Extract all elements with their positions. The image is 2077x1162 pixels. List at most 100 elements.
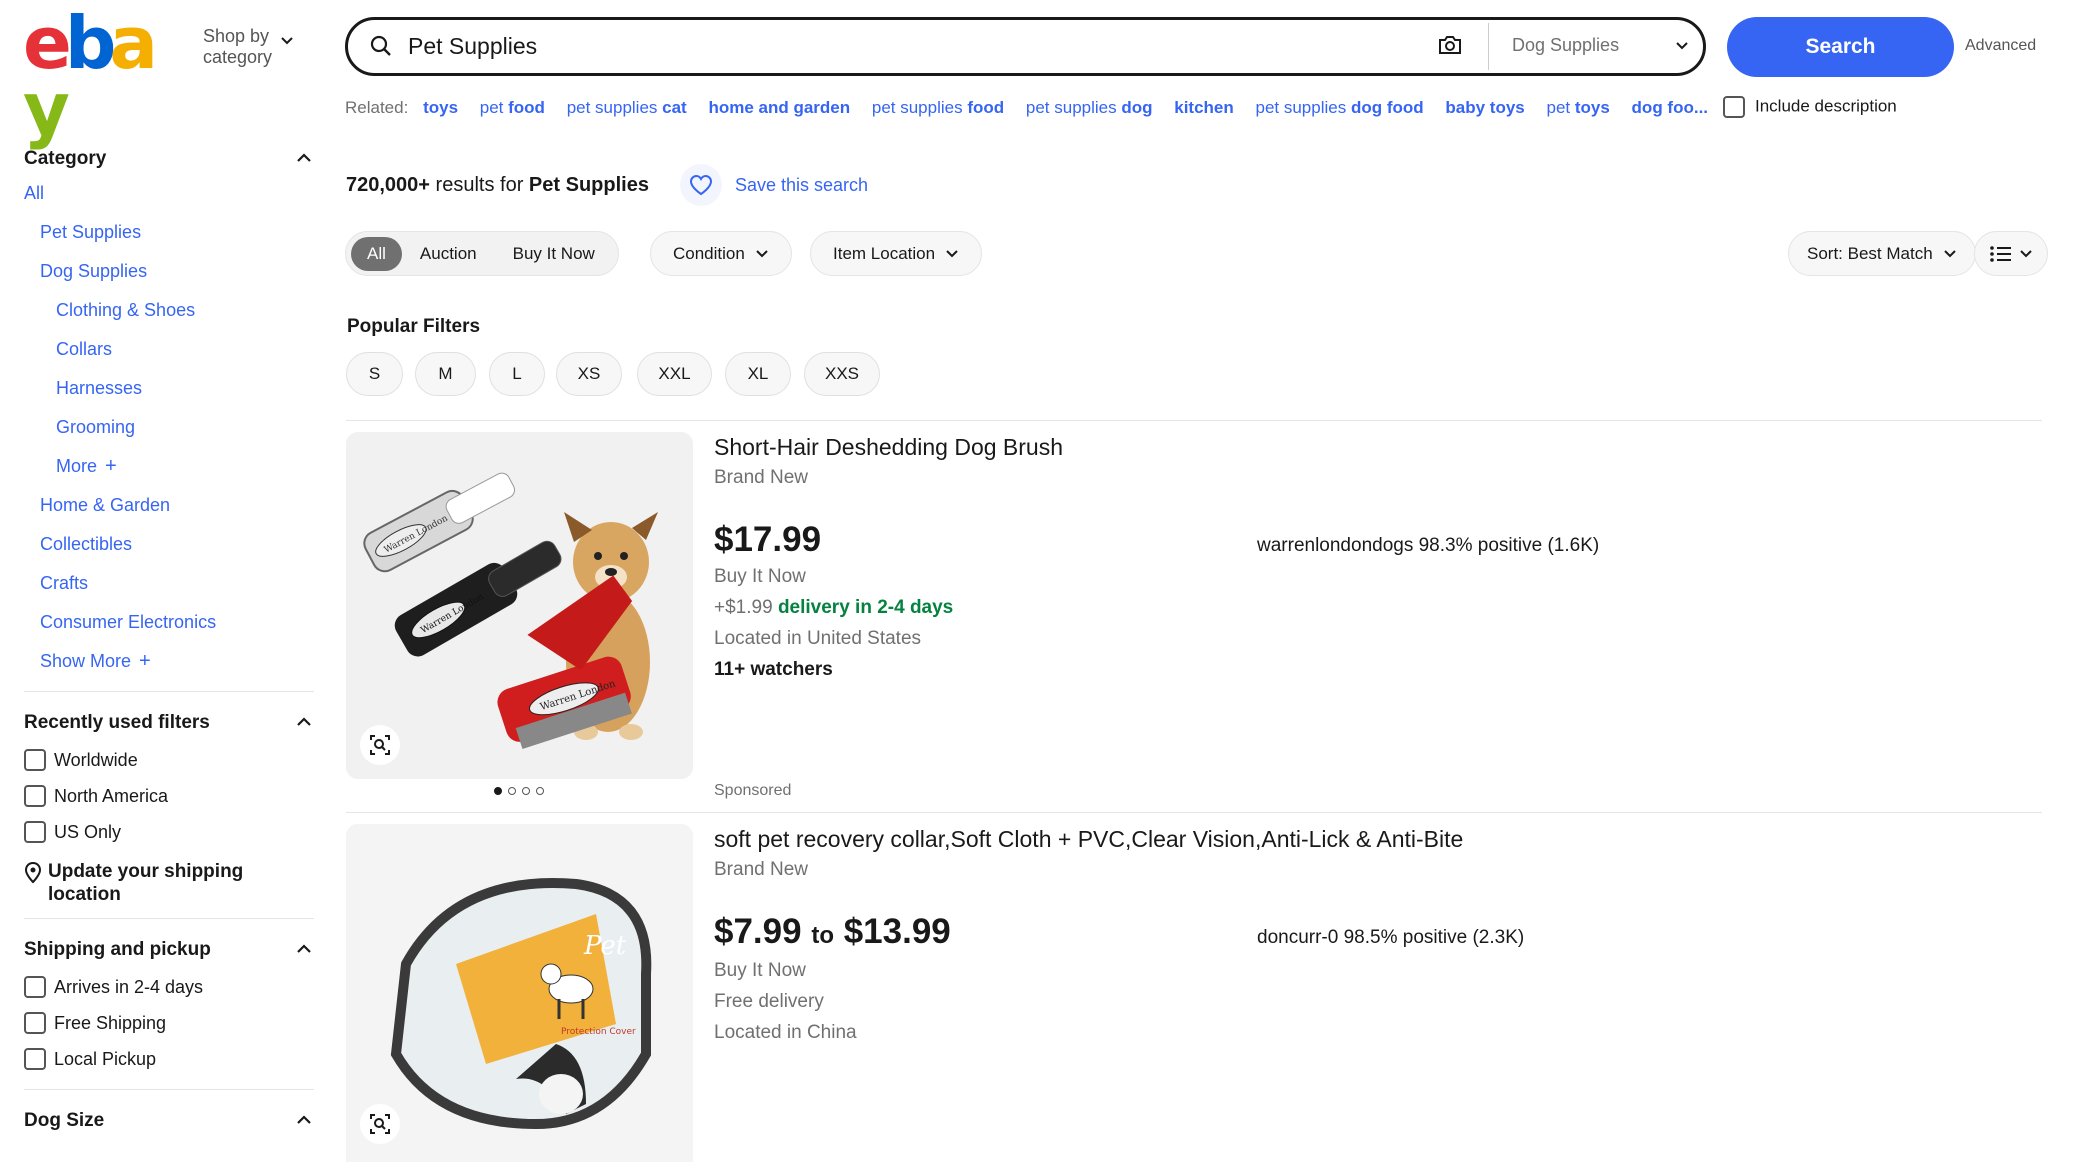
visual-search-icon[interactable]	[360, 1104, 400, 1144]
checkbox-icon[interactable]	[24, 749, 46, 771]
shop-by-category-button[interactable]: Shop by category	[203, 26, 272, 68]
size-filter-l[interactable]: L	[489, 352, 545, 396]
shipping-pickup-header[interactable]: Shipping and pickup	[24, 939, 314, 969]
view-toggle-button[interactable]	[1974, 231, 2048, 276]
divider	[346, 812, 2042, 813]
item-location-filter-button[interactable]: Item Location	[810, 231, 983, 276]
size-filter-xxl[interactable]: XXL	[637, 352, 712, 396]
filter-local-pickup[interactable]: Local Pickup	[24, 1041, 314, 1077]
related-link[interactable]: pet toys	[1546, 98, 1609, 117]
search-divider	[1488, 23, 1489, 70]
filter-us-only[interactable]: US Only	[24, 814, 314, 850]
sort-dropdown[interactable]: Sort: Best Match	[1788, 231, 1976, 276]
checkbox-icon[interactable]	[24, 1048, 46, 1070]
carousel-dot[interactable]	[536, 787, 544, 795]
category-link-crafts[interactable]: Crafts	[24, 564, 314, 603]
listing-image[interactable]: Warren London Warren London Warren Londo…	[346, 432, 693, 779]
size-filter-xl[interactable]: XL	[725, 352, 791, 396]
seller-info: doncurr-0 98.5% positive (2.3K)	[1257, 927, 1525, 948]
category-link-dog-supplies[interactable]: Dog Supplies	[24, 252, 314, 291]
filter-north-america[interactable]: North America	[24, 778, 314, 814]
category-link-all[interactable]: All	[24, 174, 314, 213]
listing-title[interactable]: Short-Hair Deshedding Dog Brush	[714, 434, 1063, 461]
related-link[interactable]: toys	[423, 98, 458, 117]
dog-size-header[interactable]: Dog Size	[24, 1110, 314, 1140]
category-link-collars[interactable]: Collars	[24, 330, 314, 369]
related-link[interactable]: pet food	[480, 98, 545, 117]
related-link[interactable]: pet supplies cat	[567, 98, 687, 117]
listing-format: Buy It Now	[714, 566, 806, 587]
search-button[interactable]: Search	[1727, 17, 1954, 77]
category-link-consumer-electronics[interactable]: Consumer Electronics	[24, 603, 314, 642]
size-filter-m[interactable]: M	[415, 352, 476, 396]
category-link-clothing-shoes[interactable]: Clothing & Shoes	[24, 291, 314, 330]
related-link[interactable]: dog foo...	[1632, 98, 1708, 117]
category-header[interactable]: Category	[24, 148, 314, 178]
listing-image[interactable]: Pet Protection Cover	[346, 824, 693, 1162]
recently-used-filters-header[interactable]: Recently used filters	[24, 712, 314, 742]
related-link[interactable]: pet supplies food	[872, 98, 1004, 117]
sponsored-label[interactable]: Sponsored	[714, 782, 791, 800]
update-shipping-label: Update your shipping location	[48, 861, 244, 905]
category-title: Category	[24, 148, 107, 169]
chevron-up-icon[interactable]	[296, 943, 312, 955]
category-select[interactable]: Dog Supplies	[1512, 35, 1619, 56]
related-link[interactable]: kitchen	[1174, 98, 1234, 117]
size-filter-xs[interactable]: XS	[556, 352, 622, 396]
checkbox-icon[interactable]	[24, 1012, 46, 1034]
listing-title[interactable]: soft pet recovery collar,Soft Cloth + PV…	[714, 826, 1463, 853]
search-input[interactable]	[408, 28, 1408, 65]
shop-by-line2: category	[203, 47, 273, 67]
chevron-up-icon[interactable]	[296, 716, 312, 728]
filter-free-shipping[interactable]: Free Shipping	[24, 1005, 314, 1041]
tab-buy-it-now[interactable]: Buy It Now	[495, 237, 613, 271]
related-link[interactable]: pet supplies dog food	[1256, 98, 1424, 117]
image-carousel-dots[interactable]	[494, 787, 544, 795]
plus-icon: +	[105, 455, 117, 477]
save-search-button[interactable]: Save this search	[680, 164, 868, 206]
chevron-up-icon[interactable]	[296, 1114, 312, 1126]
filter-worldwide[interactable]: Worldwide	[24, 742, 314, 778]
divider	[24, 691, 314, 692]
advanced-search-link[interactable]: Advanced	[1965, 37, 2036, 55]
listing-location: Located in China	[714, 1022, 857, 1043]
checkbox-icon[interactable]	[24, 785, 46, 807]
checkbox-icon[interactable]	[24, 821, 46, 843]
related-link[interactable]: pet supplies dog	[1026, 98, 1153, 117]
tab-auction[interactable]: Auction	[402, 237, 495, 271]
carousel-dot[interactable]	[494, 787, 502, 795]
category-link-home-garden[interactable]: Home & Garden	[24, 486, 314, 525]
related-link[interactable]: baby toys	[1445, 98, 1524, 117]
chevron-down-icon	[2020, 249, 2032, 257]
chevron-down-icon[interactable]	[1675, 41, 1689, 51]
heart-icon[interactable]	[680, 164, 722, 206]
carousel-dot[interactable]	[508, 787, 516, 795]
chevron-up-icon[interactable]	[296, 152, 312, 164]
category-link-collectibles[interactable]: Collectibles	[24, 525, 314, 564]
chevron-down-icon[interactable]	[280, 36, 294, 46]
category-link-pet-supplies[interactable]: Pet Supplies	[24, 213, 314, 252]
filter-arrives-2-4-days[interactable]: Arrives in 2-4 days	[24, 969, 314, 1005]
include-description-checkbox[interactable]: Include description	[1723, 96, 1897, 118]
update-shipping-location[interactable]: Update your shipping location	[24, 860, 314, 906]
camera-icon[interactable]	[1438, 34, 1462, 56]
condition-filter-button[interactable]: Condition	[650, 231, 792, 276]
category-show-more-button[interactable]: Show More +	[24, 642, 314, 681]
tab-all[interactable]: All	[351, 236, 402, 271]
carousel-dot[interactable]	[522, 787, 530, 795]
search-icon	[370, 35, 391, 56]
category-link-harnesses[interactable]: Harnesses	[24, 369, 314, 408]
size-filter-xxs[interactable]: XXS	[804, 352, 880, 396]
listing-location: Located in United States	[714, 628, 922, 649]
related-link[interactable]: home and garden	[708, 98, 850, 117]
category-more-button[interactable]: More +	[24, 447, 314, 486]
checkbox-icon[interactable]	[1723, 96, 1745, 118]
size-filter-s[interactable]: S	[346, 352, 403, 396]
dog-size-title: Dog Size	[24, 1110, 105, 1131]
ebay-logo[interactable]: ebay	[23, 7, 183, 145]
listing-format: Buy It Now	[714, 960, 806, 981]
search-bar: Dog Supplies	[345, 17, 1706, 76]
category-link-grooming[interactable]: Grooming	[24, 408, 314, 447]
checkbox-icon[interactable]	[24, 976, 46, 998]
visual-search-icon[interactable]	[360, 725, 400, 765]
